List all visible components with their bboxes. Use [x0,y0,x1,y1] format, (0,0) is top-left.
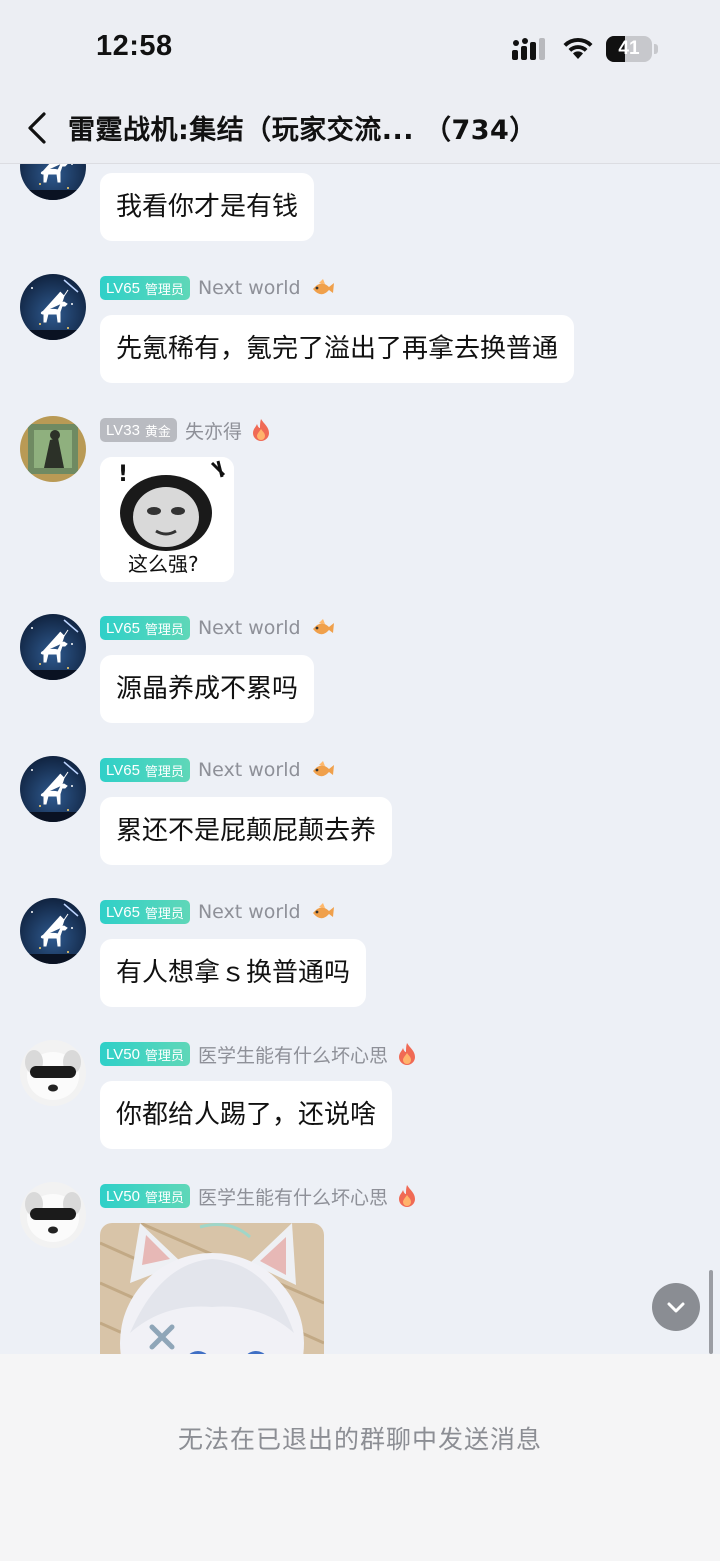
message-bubble[interactable]: 先氪稀有，氪完了溢出了再拿去换普通 [100,315,575,383]
avatar[interactable] [20,614,86,680]
fish-icon [312,279,334,295]
message-list[interactable]: 我看你才是有钱 LV65 管理员 Next world 先氪稀有，氪完了溢出了再拿… [0,164,720,1354]
battery-indicator: 41 [606,36,652,62]
sender-meta: LV50 管理员 医学生能有什么坏心思 [100,1041,418,1067]
scrollbar[interactable] [709,1270,713,1354]
group-chat-title[interactable]: 雷霆战机:集结（玩家交流... （734） [68,108,537,147]
sender-meta: LV50 管理员 医学生能有什么坏心思 [100,1183,418,1209]
sender-meta: LV65 管理员 Next world [100,275,335,301]
flame-icon [252,419,269,441]
level-badge: LV65 管理员 [100,616,190,640]
sender-name[interactable]: 医学生能有什么坏心思 [198,1041,388,1068]
status-time: 12:58 [96,30,173,62]
avatar[interactable] [20,1182,86,1248]
level-badge: LV65 管理员 [100,900,190,924]
level-badge: LV33 黄金 [100,418,177,442]
back-chevron-icon[interactable] [20,108,60,148]
avatar[interactable] [20,1040,86,1106]
wifi-icon [563,37,593,59]
fish-icon [312,761,334,777]
avatar[interactable] [20,164,86,200]
flame-icon [398,1043,415,1065]
battery-level-text: 41 [618,38,640,59]
chat-header: 雷霆战机:集结（玩家交流... （734） [0,96,720,164]
scroll-to-bottom-button[interactable] [652,1283,700,1331]
message-bubble[interactable]: 源晶养成不累吗 [100,655,315,723]
sender-name[interactable]: Next world [198,277,301,299]
avatar[interactable] [20,416,86,482]
level-badge: LV50 管理员 [100,1184,190,1208]
sender-meta: LV65 管理员 Next world [100,615,335,641]
status-bar: 12:58 41 [0,0,720,96]
sender-name[interactable]: Next world [198,617,301,639]
fish-icon [312,619,334,635]
message-bubble[interactable]: 有人想拿ｓ换普通吗 [100,939,367,1007]
sender-meta: LV33 黄金 失亦得 [100,417,272,443]
svg-text:!: ! [118,462,128,487]
exited-group-notice: 无法在已退出的群聊中发送消息 [177,1425,542,1454]
anime-cat-girl-sticker[interactable] [100,1223,324,1354]
input-disabled-area: 无法在已退出的群聊中发送消息 [0,1354,720,1561]
fish-icon [312,903,334,919]
sender-name[interactable]: Next world [198,759,301,781]
level-badge: LV50 管理员 [100,1042,190,1066]
sender-meta: LV65 管理员 Next world [100,757,335,783]
chevron-down-icon [667,1302,685,1313]
sticker-caption: 这么强? [128,552,199,576]
avatar[interactable] [20,898,86,964]
message-bubble[interactable]: 我看你才是有钱 [100,173,315,241]
sender-name[interactable]: 失亦得 [185,417,242,444]
flame-icon [398,1185,415,1207]
sticker-image[interactable]: ! 这么强? [100,457,234,582]
sender-meta: LV65 管理员 Next world [100,899,335,925]
cellular-signal-icon [512,38,545,60]
avatar[interactable] [20,274,86,340]
level-badge: LV65 管理员 [100,758,190,782]
level-badge: LV65 管理员 [100,276,190,300]
avatar[interactable] [20,756,86,822]
message-bubble[interactable]: 累还不是屁颠屁颠去养 [100,797,393,865]
sender-name[interactable]: Next world [198,901,301,923]
message-bubble[interactable]: 你都给人踢了，还说啥 [100,1081,393,1149]
sender-name[interactable]: 医学生能有什么坏心思 [198,1183,388,1210]
